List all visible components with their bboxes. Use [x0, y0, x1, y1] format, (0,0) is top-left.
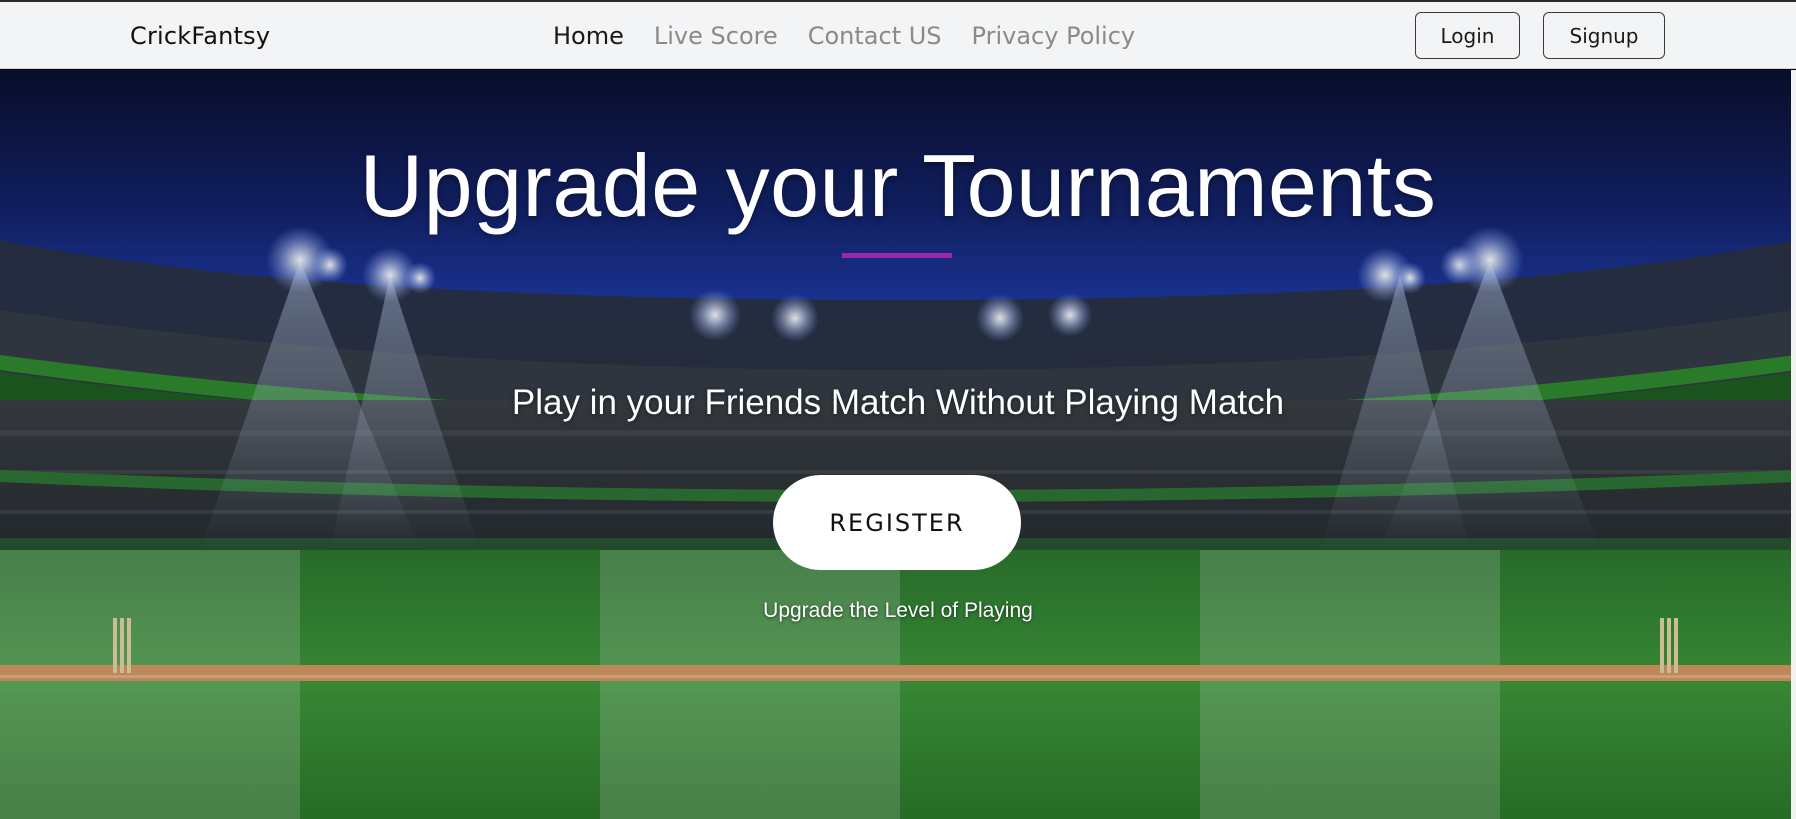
register-button[interactable]: REGISTER [773, 475, 1021, 570]
nav-link-live-score[interactable]: Live Score [654, 20, 778, 52]
title-underline [842, 253, 952, 258]
hero-subtitle: Play in your Friends Match Without Playi… [511, 383, 1285, 422]
scrollbar-edge [1791, 70, 1796, 819]
hero-title: Upgrade your Tournaments [359, 136, 1437, 235]
navbar: CrickFantsy Home Live Score Contact US P… [0, 2, 1796, 69]
nav-link-contact-us[interactable]: Contact US [808, 20, 942, 52]
hero-section: Upgrade your Tournaments Play in your Fr… [0, 70, 1796, 819]
hero-tagline: Upgrade the Level of Playing [763, 599, 1033, 622]
nav-links: Home Live Score Contact US Privacy Polic… [553, 20, 1135, 52]
brand-logo[interactable]: CrickFantsy [130, 22, 270, 50]
login-button[interactable]: Login [1415, 12, 1520, 59]
nav-link-home[interactable]: Home [553, 20, 624, 52]
nav-link-privacy-policy[interactable]: Privacy Policy [972, 20, 1136, 52]
signup-button[interactable]: Signup [1543, 12, 1665, 59]
